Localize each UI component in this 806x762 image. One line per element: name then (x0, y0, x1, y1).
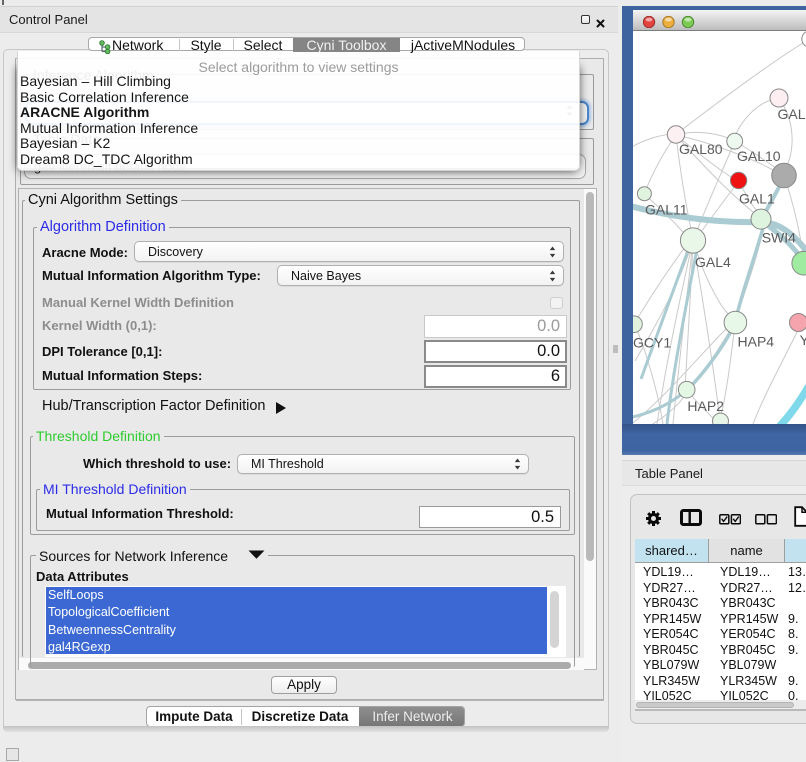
svg-text:GAL1: GAL1 (739, 191, 775, 207)
svg-text:GAL11: GAL11 (645, 202, 688, 218)
svg-text:GAL80: GAL80 (679, 141, 723, 157)
svg-text:SWI4: SWI4 (762, 230, 796, 246)
svg-text:GAL4: GAL4 (695, 254, 731, 270)
svg-text:GAL: GAL (778, 106, 806, 122)
svg-text:HAP4: HAP4 (738, 334, 775, 350)
svg-text:GCY1: GCY1 (633, 335, 671, 351)
svg-text:GAL10: GAL10 (737, 148, 781, 164)
svg-text:Y: Y (800, 332, 806, 348)
svg-text:HAP2: HAP2 (687, 398, 724, 414)
